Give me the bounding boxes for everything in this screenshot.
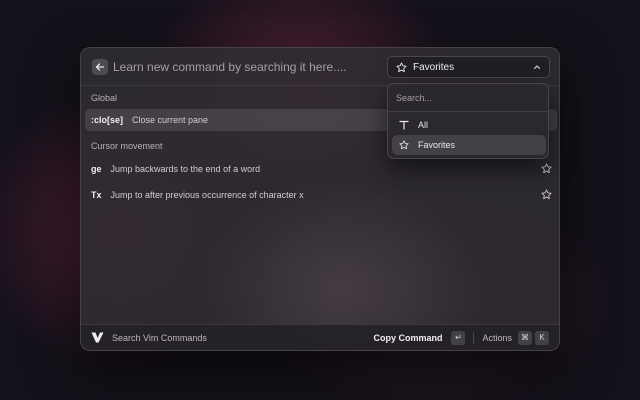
section-label-cursor-movement: Cursor movement [91, 141, 163, 151]
command-description: Close current pane [132, 115, 209, 125]
filter-dropdown[interactable]: Favorites [387, 56, 550, 78]
command-description: Jump to after previous occurrence of cha… [110, 190, 304, 200]
command-description: Jump backwards to the end of a word [110, 164, 261, 174]
section-label-global: Global [91, 93, 118, 103]
command-key: :clo[se] [91, 115, 124, 125]
command-key: Tx [91, 190, 102, 200]
command-row[interactable]: ge Jump backwards to the end of a word [85, 158, 557, 180]
dropdown-option-favorites[interactable]: Favorites [392, 135, 546, 155]
search-input[interactable] [113, 57, 373, 77]
dropdown-option-label: Favorites [418, 140, 456, 150]
k-key-icon: K [535, 330, 549, 345]
dropdown-search-input[interactable] [396, 90, 540, 106]
enter-key-icon: ↵ [451, 330, 466, 345]
header: Favorites [81, 48, 559, 86]
dropdown-divider [388, 111, 548, 112]
footer-divider [473, 331, 475, 344]
filter-dropdown-menu: All Favorites [387, 83, 549, 159]
copy-command-button[interactable]: Copy Command [373, 333, 442, 343]
star-icon [396, 61, 407, 72]
command-key-icon: ⌘ [518, 330, 532, 345]
command-key: ge [91, 164, 102, 174]
favorite-star-icon[interactable] [541, 189, 552, 200]
text-icon [399, 120, 409, 130]
footer-bar: Search Vim Commands Copy Command ↵ Actio… [81, 324, 559, 350]
chevron-up-icon [533, 65, 541, 70]
arrow-left-icon [95, 63, 105, 71]
back-button[interactable] [92, 59, 108, 75]
actions-button[interactable]: Actions [482, 333, 512, 343]
favorite-star-icon[interactable] [541, 163, 552, 174]
vim-logo-icon [91, 332, 104, 343]
dropdown-option-label: All [418, 120, 429, 130]
app-name: Search Vim Commands [112, 332, 207, 343]
dropdown-option-all[interactable]: All [392, 115, 546, 135]
command-row[interactable]: Tx Jump to after previous occurrence of … [85, 184, 557, 206]
star-icon [399, 140, 409, 150]
filter-selected-label: Favorites [413, 61, 455, 73]
